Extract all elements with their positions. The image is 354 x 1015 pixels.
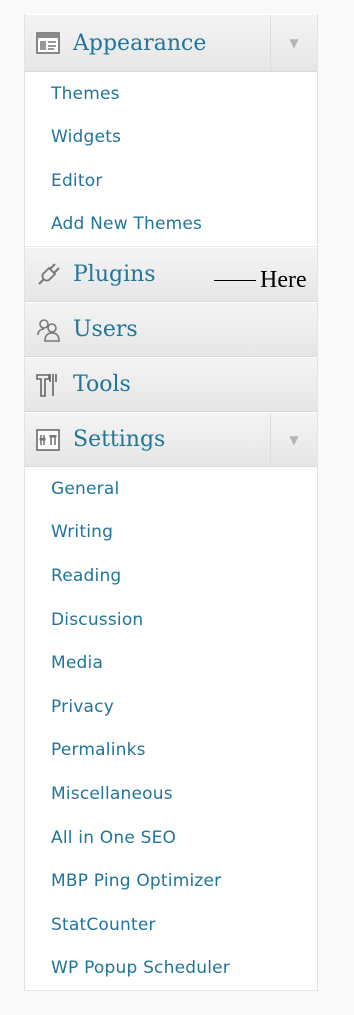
plugin-icon — [35, 262, 61, 288]
submenu-item-wp-popup-scheduler[interactable]: WP Popup Scheduler — [25, 947, 317, 991]
submenu-item-all-in-one-seo[interactable]: All in One SEO — [25, 816, 317, 860]
menu-settings-label: Settings — [73, 427, 166, 452]
submenu-item-add-new-themes[interactable]: Add New Themes — [25, 203, 317, 247]
menu-users-label: Users — [73, 317, 138, 342]
menu-appearance-label: Appearance — [73, 30, 207, 56]
menu-settings[interactable]: Settings ▼ — [25, 412, 317, 467]
submenu-item-statcounter[interactable]: StatCounter — [25, 903, 317, 947]
settings-toggle[interactable]: ▼ — [270, 413, 317, 466]
tools-icon — [35, 372, 61, 398]
submenu-item-editor[interactable]: Editor — [25, 159, 317, 203]
appearance-toggle[interactable]: ▼ — [270, 15, 317, 71]
triangle-down-icon: ▼ — [289, 36, 299, 50]
submenu-item-miscellaneous[interactable]: Miscellaneous — [25, 772, 317, 816]
annotation-pointer-line — [214, 280, 256, 281]
submenu-item-mbp-ping-optimizer[interactable]: MBP Ping Optimizer — [25, 859, 317, 903]
submenu-item-general[interactable]: General — [25, 467, 317, 511]
here-annotation: Here — [214, 267, 307, 294]
settings-submenu: General Writing Reading Discussion Media… — [25, 467, 317, 992]
submenu-item-discussion[interactable]: Discussion — [25, 598, 317, 642]
submenu-item-privacy[interactable]: Privacy — [25, 685, 317, 729]
settings-icon — [35, 427, 61, 453]
submenu-item-themes[interactable]: Themes — [25, 72, 317, 116]
menu-tools-label: Tools — [73, 372, 131, 397]
appearance-icon — [35, 30, 61, 56]
submenu-item-writing[interactable]: Writing — [25, 511, 317, 555]
annotation-text: Here — [260, 267, 307, 293]
submenu-item-permalinks[interactable]: Permalinks — [25, 729, 317, 773]
users-icon — [35, 317, 61, 343]
submenu-item-widgets[interactable]: Widgets — [25, 116, 317, 160]
appearance-submenu: Themes Widgets Editor Add New Themes — [25, 72, 317, 247]
submenu-item-media[interactable]: Media — [25, 641, 317, 685]
menu-plugins-label: Plugins — [73, 262, 156, 287]
submenu-item-reading[interactable]: Reading — [25, 554, 317, 598]
admin-sidebar-menu: Appearance ▼ Themes Widgets Editor Add N… — [24, 14, 318, 992]
menu-tools[interactable]: Tools — [25, 357, 317, 412]
menu-users[interactable]: Users — [25, 302, 317, 357]
menu-appearance[interactable]: Appearance ▼ — [25, 14, 317, 72]
triangle-down-icon: ▼ — [289, 432, 299, 447]
